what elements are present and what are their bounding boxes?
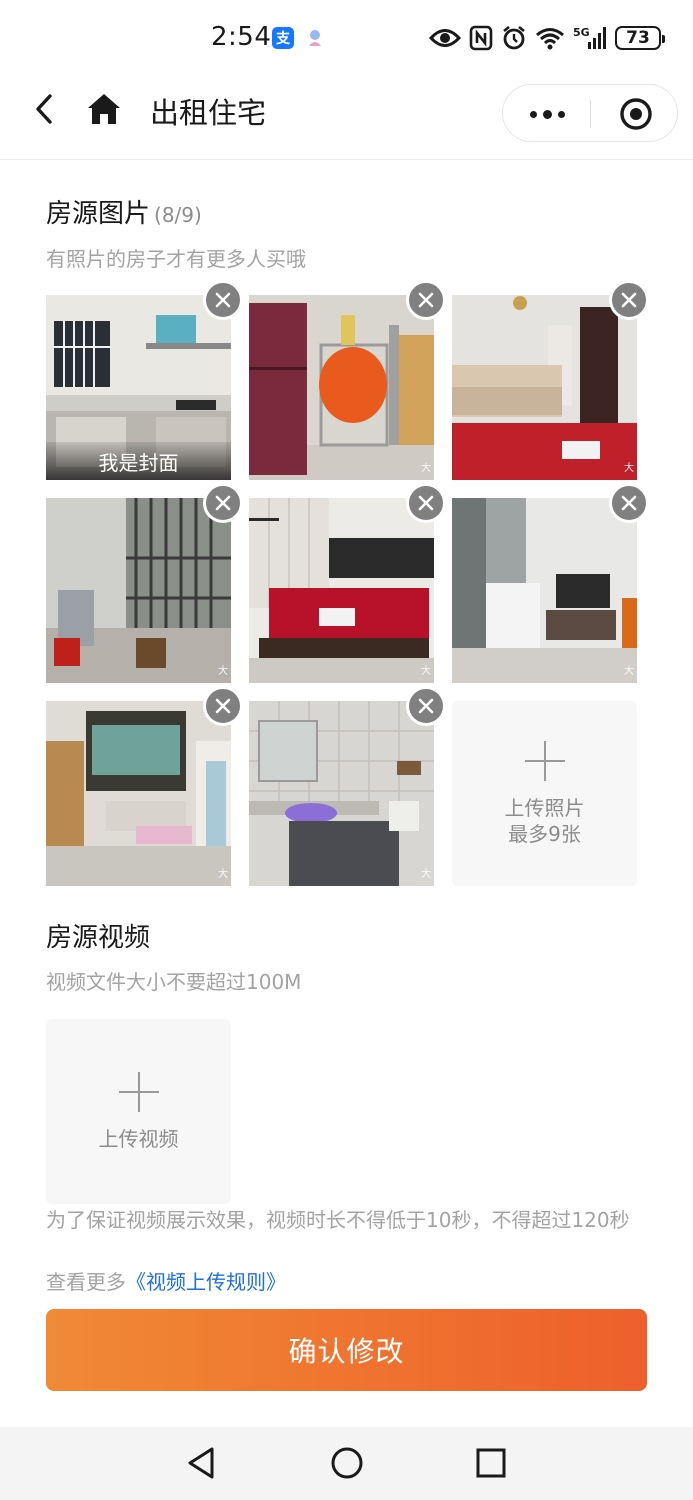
nav-back-icon[interactable] [186,1446,218,1480]
photo-watermark: 大 [218,666,228,677]
photo-watermark: 大 [624,666,634,677]
capsule-divider [590,100,591,128]
cover-label: 我是封面 [46,442,231,480]
more-dots-icon[interactable] [525,101,569,127]
photos-count: (8/9) [154,203,202,227]
photos-section-title: 房源图片 (8/9) [46,193,202,230]
mini-program-capsule [502,84,678,142]
photo-grid: 我是封面 大 大 大 大 大 大 大 上传照片 最多9张 [46,280,649,887]
close-icon [621,292,637,308]
photos-title: 房源图片 [46,199,151,229]
photo-watermark: 大 [218,869,228,880]
video-rules-line: 查看更多《视频上传规则》 [46,1266,286,1295]
status-bar: 2:54 支 5G 73 [0,0,693,76]
delete-photo-button[interactable] [609,280,649,320]
status-icons: 5G 73 [429,22,665,54]
close-icon [215,292,231,308]
delete-photo-button[interactable] [406,280,446,320]
photo-living-room [46,701,231,886]
back-arrow-icon[interactable] [30,92,60,126]
status-time: 2:54 [211,22,272,52]
photo-tile[interactable]: 大 [46,498,231,683]
video-rules-link[interactable]: 《视频上传规则》 [126,1270,286,1294]
page-title: 出租住宅 [150,96,267,130]
battery-icon: 73 [615,26,665,50]
close-icon [418,495,434,511]
photo-watermark: 大 [421,463,431,474]
photo-tile[interactable]: 大 [46,701,231,886]
photo-fridge [249,295,434,480]
video-hint: 视频文件大小不要超过100M [46,970,302,994]
upload-video-label: 上传视频 [98,1126,179,1151]
home-icon[interactable] [86,92,122,126]
confirm-button[interactable]: 确认修改 [46,1309,647,1391]
upload-photo-button[interactable]: 上传照片 最多9张 [452,701,637,886]
nfc-icon [469,25,493,51]
close-icon [418,698,434,714]
alipay-icon: 支 [272,27,294,49]
svg-text:5G: 5G [573,26,590,39]
video-section-title: 房源视频 [46,923,151,953]
photo-watermark: 大 [421,869,431,880]
delete-photo-button[interactable] [406,686,446,726]
photo-tile[interactable]: 大 [452,295,637,480]
plus-icon [118,1071,159,1112]
close-target-icon[interactable] [619,97,653,131]
photo-tile[interactable]: 我是封面 [46,295,231,480]
photo-balcony [46,498,231,683]
delete-photo-button[interactable] [203,483,243,523]
delete-photo-button[interactable] [609,483,649,523]
nav-home-icon[interactable] [330,1446,364,1480]
close-icon [418,292,434,308]
photo-tile[interactable]: 大 [249,498,434,683]
delete-photo-button[interactable] [203,280,243,320]
photo-tv [452,498,637,683]
photos-hint: 有照片的房子才有更多人买哦 [46,247,306,271]
close-icon [215,698,231,714]
photo-sofa [452,295,637,480]
upload-photo-label: 上传照片 [504,795,585,820]
eye-icon [429,29,461,47]
video-duration-note: 为了保证视频展示效果，视频时长不得低于10秒，不得超过120秒 [46,1208,630,1232]
close-icon [621,495,637,511]
wifi-icon [536,28,564,50]
signal-icon: 5G [573,26,606,49]
app-notification-icon [309,30,321,46]
nav-recents-icon[interactable] [475,1446,507,1480]
photo-bathroom [249,701,434,886]
close-icon [215,495,231,511]
upload-photo-limit: 最多9张 [508,821,581,846]
upload-video-button[interactable]: 上传视频 [46,1019,231,1204]
photo-tile[interactable]: 大 [249,295,434,480]
photo-watermark: 大 [624,463,634,474]
delete-photo-button[interactable] [203,686,243,726]
delete-photo-button[interactable] [406,483,446,523]
nav-bar: 出租住宅 [0,76,693,160]
alarm-icon [503,25,525,50]
photo-tile[interactable]: 大 [249,701,434,886]
plus-icon [524,740,565,781]
photo-bed [249,498,434,683]
photo-watermark: 大 [421,666,431,677]
video-rules-prefix: 查看更多 [46,1270,126,1294]
photo-tile[interactable]: 大 [452,498,637,683]
system-nav-bar [0,1427,693,1500]
